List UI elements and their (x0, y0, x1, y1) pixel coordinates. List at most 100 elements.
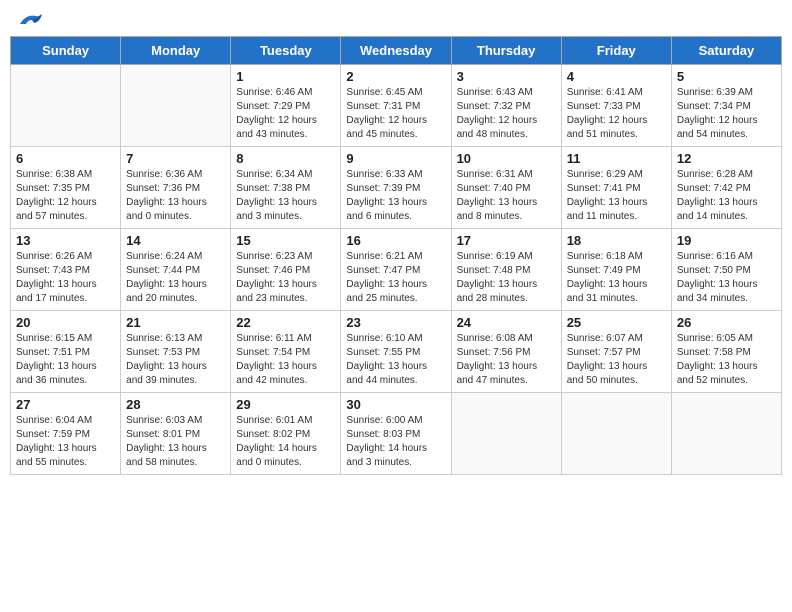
day-number: 22 (236, 315, 335, 330)
day-info: Sunrise: 6:15 AM Sunset: 7:51 PM Dayligh… (16, 332, 115, 388)
day-info: Sunrise: 6:18 AM Sunset: 7:49 PM Dayligh… (567, 250, 666, 306)
calendar-cell: 16 Sunrise: 6:21 AM Sunset: 7:47 PM Dayli… (341, 229, 451, 311)
day-number: 5 (677, 69, 776, 84)
calendar-cell: 10 Sunrise: 6:31 AM Sunset: 7:40 PM Dayli… (451, 147, 561, 229)
calendar-cell: 19Sunrise: 6:16 AM Sunset: 7:50 PM Dayli… (671, 229, 781, 311)
day-number: 16 (346, 233, 445, 248)
calendar-cell: 28 Sunrise: 6:03 AM Sunset: 8:01 PM Dayli… (121, 393, 231, 475)
calendar-cell: 5 Sunrise: 6:39 AM Sunset: 7:34 PM Daylig… (671, 65, 781, 147)
calendar-cell: 7 Sunrise: 6:36 AM Sunset: 7:36 PM Daylig… (121, 147, 231, 229)
day-number: 10 (457, 151, 556, 166)
day-number: 29 (236, 397, 335, 412)
calendar-cell: 2 Sunrise: 6:45 AM Sunset: 7:31 PM Daylig… (341, 65, 451, 147)
calendar-cell: 20Sunrise: 6:15 AM Sunset: 7:51 PM Dayli… (11, 311, 121, 393)
day-number: 12 (677, 151, 776, 166)
day-info: Sunrise: 6:26 AM Sunset: 7:43 PM Dayligh… (16, 250, 115, 306)
day-header-sunday: Sunday (11, 37, 121, 65)
day-header-friday: Friday (561, 37, 671, 65)
day-number: 2 (346, 69, 445, 84)
day-number: 28 (126, 397, 225, 412)
day-info: Sunrise: 6:03 AM Sunset: 8:01 PM Dayligh… (126, 414, 225, 470)
day-info: Sunrise: 6:01 AM Sunset: 8:02 PM Dayligh… (236, 414, 335, 470)
calendar-cell: 9Sunrise: 6:33 AM Sunset: 7:39 PM Daylig… (341, 147, 451, 229)
calendar-week-1: 1 Sunrise: 6:46 AM Sunset: 7:29 PM Daylig… (11, 65, 782, 147)
day-info: Sunrise: 6:43 AM Sunset: 7:32 PM Dayligh… (457, 86, 556, 142)
day-info: Sunrise: 6:29 AM Sunset: 7:41 PM Dayligh… (567, 168, 666, 224)
calendar-cell: 22 Sunrise: 6:11 AM Sunset: 7:54 PM Dayli… (231, 311, 341, 393)
calendar-cell: 18 Sunrise: 6:18 AM Sunset: 7:49 PM Dayli… (561, 229, 671, 311)
day-info: Sunrise: 6:10 AM Sunset: 7:55 PM Dayligh… (346, 332, 445, 388)
day-info: Sunrise: 6:46 AM Sunset: 7:29 PM Dayligh… (236, 86, 335, 142)
day-number: 9 (346, 151, 445, 166)
day-info: Sunrise: 6:11 AM Sunset: 7:54 PM Dayligh… (236, 332, 335, 388)
calendar-cell: 29 Sunrise: 6:01 AM Sunset: 8:02 PM Dayli… (231, 393, 341, 475)
day-header-monday: Monday (121, 37, 231, 65)
day-info: Sunrise: 6:28 AM Sunset: 7:42 PM Dayligh… (677, 168, 776, 224)
day-number: 8 (236, 151, 335, 166)
day-info: Sunrise: 6:38 AM Sunset: 7:35 PM Dayligh… (16, 168, 115, 224)
calendar-header-row: SundayMondayTuesdayWednesdayThursdayFrid… (11, 37, 782, 65)
day-number: 26 (677, 315, 776, 330)
day-info: Sunrise: 6:13 AM Sunset: 7:53 PM Dayligh… (126, 332, 225, 388)
calendar-cell: 15Sunrise: 6:23 AM Sunset: 7:46 PM Dayli… (231, 229, 341, 311)
logo-bird-icon (16, 10, 44, 32)
day-number: 14 (126, 233, 225, 248)
day-number: 24 (457, 315, 556, 330)
calendar-week-3: 13 Sunrise: 6:26 AM Sunset: 7:43 PM Dayli… (11, 229, 782, 311)
day-info: Sunrise: 6:00 AM Sunset: 8:03 PM Dayligh… (346, 414, 445, 470)
day-number: 7 (126, 151, 225, 166)
calendar-cell: 11 Sunrise: 6:29 AM Sunset: 7:41 PM Dayli… (561, 147, 671, 229)
day-header-saturday: Saturday (671, 37, 781, 65)
logo (14, 10, 44, 28)
calendar-cell (561, 393, 671, 475)
calendar-week-2: 6 Sunrise: 6:38 AM Sunset: 7:35 PM Daylig… (11, 147, 782, 229)
day-number: 25 (567, 315, 666, 330)
day-number: 23 (346, 315, 445, 330)
day-info: Sunrise: 6:07 AM Sunset: 7:57 PM Dayligh… (567, 332, 666, 388)
day-info: Sunrise: 6:45 AM Sunset: 7:31 PM Dayligh… (346, 86, 445, 142)
calendar-cell: 13 Sunrise: 6:26 AM Sunset: 7:43 PM Dayli… (11, 229, 121, 311)
day-header-tuesday: Tuesday (231, 37, 341, 65)
day-info: Sunrise: 6:08 AM Sunset: 7:56 PM Dayligh… (457, 332, 556, 388)
day-info: Sunrise: 6:31 AM Sunset: 7:40 PM Dayligh… (457, 168, 556, 224)
calendar-cell: 14Sunrise: 6:24 AM Sunset: 7:44 PM Dayli… (121, 229, 231, 311)
day-header-wednesday: Wednesday (341, 37, 451, 65)
day-number: 30 (346, 397, 445, 412)
calendar-cell: 12 Sunrise: 6:28 AM Sunset: 7:42 PM Dayli… (671, 147, 781, 229)
calendar-week-5: 27 Sunrise: 6:04 AM Sunset: 7:59 PM Dayli… (11, 393, 782, 475)
calendar-cell: 1 Sunrise: 6:46 AM Sunset: 7:29 PM Daylig… (231, 65, 341, 147)
day-number: 18 (567, 233, 666, 248)
page-header (10, 10, 782, 28)
day-number: 6 (16, 151, 115, 166)
day-info: Sunrise: 6:04 AM Sunset: 7:59 PM Dayligh… (16, 414, 115, 470)
day-number: 4 (567, 69, 666, 84)
calendar-body: 1 Sunrise: 6:46 AM Sunset: 7:29 PM Daylig… (11, 65, 782, 475)
calendar-table: SundayMondayTuesdayWednesdayThursdayFrid… (10, 36, 782, 475)
day-info: Sunrise: 6:34 AM Sunset: 7:38 PM Dayligh… (236, 168, 335, 224)
day-number: 19 (677, 233, 776, 248)
day-number: 1 (236, 69, 335, 84)
day-info: Sunrise: 6:23 AM Sunset: 7:46 PM Dayligh… (236, 250, 335, 306)
day-info: Sunrise: 6:21 AM Sunset: 7:47 PM Dayligh… (346, 250, 445, 306)
day-info: Sunrise: 6:36 AM Sunset: 7:36 PM Dayligh… (126, 168, 225, 224)
day-number: 17 (457, 233, 556, 248)
calendar-cell: 21 Sunrise: 6:13 AM Sunset: 7:53 PM Dayli… (121, 311, 231, 393)
calendar-cell: 26 Sunrise: 6:05 AM Sunset: 7:58 PM Dayli… (671, 311, 781, 393)
calendar-week-4: 20Sunrise: 6:15 AM Sunset: 7:51 PM Dayli… (11, 311, 782, 393)
day-number: 21 (126, 315, 225, 330)
calendar-cell: 17 Sunrise: 6:19 AM Sunset: 7:48 PM Dayli… (451, 229, 561, 311)
calendar-cell: 24 Sunrise: 6:08 AM Sunset: 7:56 PM Dayli… (451, 311, 561, 393)
day-number: 3 (457, 69, 556, 84)
calendar-cell: 6 Sunrise: 6:38 AM Sunset: 7:35 PM Daylig… (11, 147, 121, 229)
day-number: 13 (16, 233, 115, 248)
day-number: 27 (16, 397, 115, 412)
calendar-cell: 30 Sunrise: 6:00 AM Sunset: 8:03 PM Dayli… (341, 393, 451, 475)
day-info: Sunrise: 6:19 AM Sunset: 7:48 PM Dayligh… (457, 250, 556, 306)
day-number: 11 (567, 151, 666, 166)
calendar-cell: 27 Sunrise: 6:04 AM Sunset: 7:59 PM Dayli… (11, 393, 121, 475)
calendar-cell (11, 65, 121, 147)
day-info: Sunrise: 6:05 AM Sunset: 7:58 PM Dayligh… (677, 332, 776, 388)
calendar-cell: 4 Sunrise: 6:41 AM Sunset: 7:33 PM Daylig… (561, 65, 671, 147)
day-info: Sunrise: 6:39 AM Sunset: 7:34 PM Dayligh… (677, 86, 776, 142)
day-info: Sunrise: 6:41 AM Sunset: 7:33 PM Dayligh… (567, 86, 666, 142)
